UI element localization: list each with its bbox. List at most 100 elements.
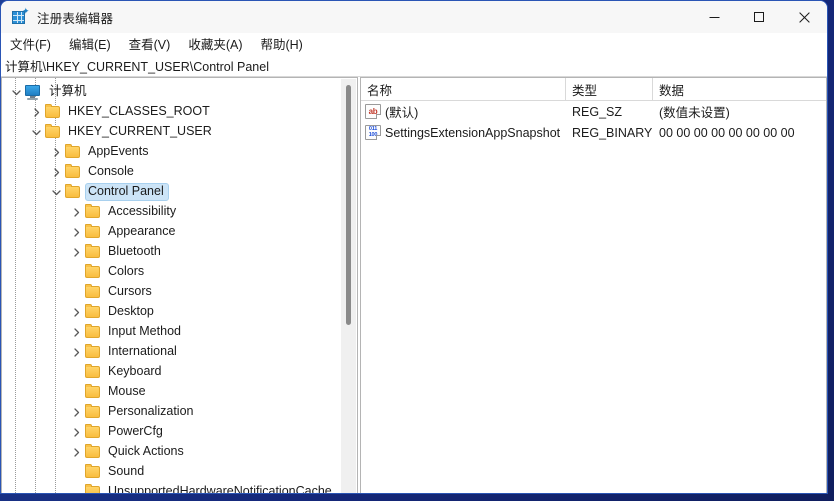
tree-item-label: Sound <box>108 464 145 478</box>
chevron-right-icon[interactable] <box>68 242 84 262</box>
chevron-right-icon[interactable] <box>48 162 64 182</box>
tree-item-label: Colors <box>108 264 145 278</box>
tree-item-label: HKEY_CLASSES_ROOT <box>68 104 210 118</box>
tree-viewport: 计算机 HKEY_CLASSES_ROOT HKEY_CURRENT_USER App… <box>2 78 341 494</box>
table-row[interactable]: ab (默认) REG_SZ (数值未设置) <box>361 101 826 122</box>
folder-icon <box>84 204 101 219</box>
folder-icon <box>84 364 101 379</box>
tree-item-label: HKEY_CURRENT_USER <box>68 124 212 138</box>
tree-item-desktop[interactable]: Desktop <box>2 302 341 322</box>
chevron-down-icon[interactable] <box>8 82 24 102</box>
tree-scrollbar-thumb[interactable] <box>346 85 351 325</box>
tree-item-hkey-classes-root[interactable]: HKEY_CLASSES_ROOT <box>2 102 341 122</box>
tree-item-label: Cursors <box>108 284 152 298</box>
tree-item-label: Desktop <box>108 304 154 318</box>
folder-icon <box>64 164 81 179</box>
chevron-right-icon[interactable] <box>68 422 84 442</box>
tree-item-quick-actions[interactable]: Quick Actions <box>2 442 341 462</box>
tree-item-label: Input Method <box>108 324 181 338</box>
value-name: SettingsExtensionAppSnapshot <box>385 125 561 140</box>
tree-item-international[interactable]: International <box>2 342 341 362</box>
tree-item-label: Console <box>88 164 134 178</box>
menu-view[interactable]: 查看(V) <box>129 32 180 55</box>
chevron-right-icon[interactable] <box>68 222 84 242</box>
chevron-right-icon[interactable] <box>68 402 84 422</box>
chevron-right-icon[interactable] <box>68 322 84 342</box>
address-bar[interactable]: 计算机\HKEY_CURRENT_USER\Control Panel <box>1 54 827 77</box>
folder-icon <box>84 264 101 279</box>
title-bar[interactable]: ✦ 注册表编辑器 <box>1 1 827 33</box>
tree-leaf-spacer <box>68 262 84 282</box>
folder-icon <box>84 344 101 359</box>
tree-item-keyboard[interactable]: Keyboard <box>2 362 341 382</box>
tree-item-label: PowerCfg <box>108 424 163 438</box>
registry-tree-pane: 计算机 HKEY_CLASSES_ROOT HKEY_CURRENT_USER App… <box>1 77 357 494</box>
tree-item-bluetooth[interactable]: Bluetooth <box>2 242 341 262</box>
table-row[interactable]: 011 100 SettingsExtensionAppSnapshot REG_BI… <box>361 122 826 143</box>
binary-value-icon: 011 100 <box>365 125 381 140</box>
tree-item-label: Appearance <box>108 224 176 238</box>
value-name-cell: ab (默认) <box>361 102 566 121</box>
tree-item-label: Control Panel <box>85 183 169 201</box>
tree-item-label: Personalization <box>108 404 194 418</box>
chevron-right-icon[interactable] <box>68 342 84 362</box>
chevron-down-icon[interactable] <box>48 182 64 202</box>
tree-item-input-method[interactable]: Input Method <box>2 322 341 342</box>
string-value-icon: ab <box>365 104 381 119</box>
menu-edit[interactable]: 编辑(E) <box>69 32 120 55</box>
caption-buttons <box>692 1 827 33</box>
menu-file[interactable]: 文件(F) <box>10 32 60 55</box>
tree-item-cursors[interactable]: Cursors <box>2 282 341 302</box>
close-button[interactable] <box>782 1 827 33</box>
column-header-type[interactable]: 类型 <box>566 78 653 100</box>
tree-item-label: Accessibility <box>108 204 177 218</box>
tree-item-powercfg[interactable]: PowerCfg <box>2 422 341 442</box>
tree-item-console[interactable]: Console <box>2 162 341 182</box>
folder-icon <box>64 184 81 199</box>
tree-item-appevents[interactable]: AppEvents <box>2 142 341 162</box>
tree-item-appearance[interactable]: Appearance <box>2 222 341 242</box>
folder-icon <box>84 324 101 339</box>
tree-leaf-spacer <box>68 482 84 493</box>
tree-item-label: Keyboard <box>108 364 162 378</box>
column-header-data[interactable]: 数据 <box>653 78 826 100</box>
chevron-right-icon[interactable] <box>48 142 64 162</box>
minimize-button[interactable] <box>692 1 737 33</box>
tree-item-control-panel[interactable]: Control Panel <box>2 182 341 202</box>
values-list-body: ab (默认) REG_SZ (数值未设置) 011 100 SettingsExtensi… <box>361 101 826 143</box>
tree-item-sound[interactable]: Sound <box>2 462 341 482</box>
tree-item-hkey-current-user[interactable]: HKEY_CURRENT_USER <box>2 122 341 142</box>
window-title: 注册表编辑器 <box>37 11 114 26</box>
tree-item-accessibility[interactable]: Accessibility <box>2 202 341 222</box>
chevron-right-icon[interactable] <box>68 302 84 322</box>
tree-item-label: UnsupportedHardwareNotificationCache <box>108 484 332 494</box>
chevron-right-icon[interactable] <box>68 442 84 462</box>
column-header-name[interactable]: 名称 <box>361 78 566 100</box>
chevron-right-icon[interactable] <box>28 102 44 122</box>
menu-bar: 文件(F) 编辑(E) 查看(V) 收藏夹(A) 帮助(H) <box>1 33 827 54</box>
address-path: 计算机\HKEY_CURRENT_USER\Control Panel <box>5 59 269 74</box>
tree-item-personalization[interactable]: Personalization <box>2 402 341 422</box>
folder-icon <box>84 224 101 239</box>
folder-icon <box>84 444 101 459</box>
tree-item-label: Quick Actions <box>108 444 184 458</box>
tree-item-colors[interactable]: Colors <box>2 262 341 282</box>
registry-editor-icon: ✦ <box>12 7 30 25</box>
tree-item-label: International <box>108 344 177 358</box>
chevron-down-icon[interactable] <box>28 122 44 142</box>
maximize-button[interactable] <box>737 1 782 33</box>
tree-vertical-scrollbar[interactable] <box>341 79 356 493</box>
menu-help[interactable]: 帮助(H) <box>260 32 311 55</box>
tree-leaf-spacer <box>68 382 84 402</box>
folder-icon <box>64 144 81 159</box>
tree-item-[interactable]: 计算机 <box>2 82 341 102</box>
menu-favorites[interactable]: 收藏夹(A) <box>188 32 251 55</box>
value-type: REG_BINARY <box>572 125 653 140</box>
chevron-right-icon[interactable] <box>68 202 84 222</box>
folder-icon <box>84 404 101 419</box>
tree-item-unsupportedhardwarenotificationcache[interactable]: UnsupportedHardwareNotificationCache <box>2 482 341 494</box>
value-name: (默认) <box>385 106 419 120</box>
tree-item-mouse[interactable]: Mouse <box>2 382 341 402</box>
computer-icon <box>24 84 42 100</box>
registry-values-pane: 名称 类型 数据 ab (默认) REG_SZ (数值未设置) 011 100 Settin… <box>361 77 827 493</box>
